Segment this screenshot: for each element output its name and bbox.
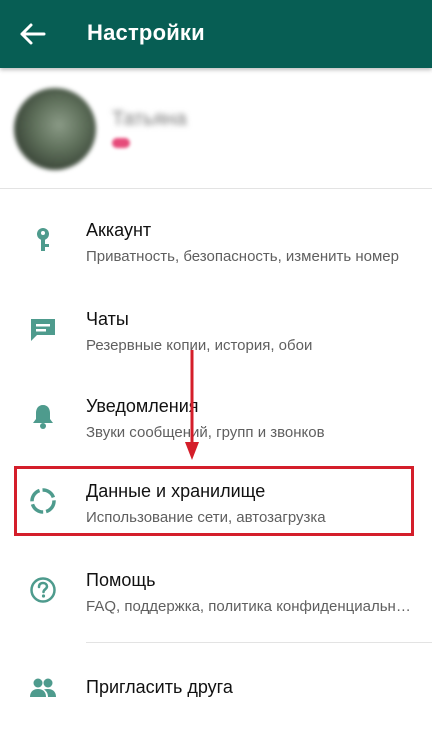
people-icon bbox=[30, 678, 56, 697]
settings-item-account[interactable]: Аккаунт Приватность, безопасность, измен… bbox=[0, 205, 432, 291]
help-icon bbox=[30, 577, 56, 603]
chat-icon bbox=[31, 319, 55, 341]
avatar[interactable] bbox=[14, 88, 96, 170]
item-label: Уведомления bbox=[86, 396, 199, 416]
divider bbox=[0, 188, 432, 189]
item-subtitle: FAQ, поддержка, политика конфиденциально… bbox=[86, 598, 416, 615]
settings-item-invite[interactable]: Пригласить друга bbox=[0, 650, 432, 725]
back-button[interactable] bbox=[18, 20, 48, 48]
settings-item-data-storage[interactable]: Данные и хранилище Использование сети, а… bbox=[0, 466, 432, 552]
item-subtitle: Приватность, безопасность, изменить номе… bbox=[86, 248, 399, 265]
item-subtitle: Использование сети, автозагрузка bbox=[86, 509, 326, 526]
key-icon bbox=[37, 228, 49, 251]
settings-item-notifications[interactable]: Уведомления Звуки сообщений, групп и зво… bbox=[0, 381, 432, 467]
profile-name: Татьяна bbox=[112, 108, 187, 130]
item-label: Чаты bbox=[86, 309, 129, 329]
profile-status bbox=[112, 138, 130, 148]
item-label: Данные и хранилище bbox=[86, 481, 266, 501]
item-label: Пригласить друга bbox=[86, 677, 233, 697]
app-bar: Настройки bbox=[0, 0, 432, 68]
item-subtitle: Резервные копии, история, обои bbox=[86, 337, 313, 354]
settings-item-help[interactable]: Помощь FAQ, поддержка, политика конфиден… bbox=[0, 555, 432, 641]
item-label: Помощь bbox=[86, 570, 156, 590]
data-circle-icon bbox=[30, 488, 56, 514]
settings-item-chats[interactable]: Чаты Резервные копии, история, обои bbox=[0, 294, 432, 380]
bell-icon bbox=[33, 405, 53, 429]
arrow-left-icon bbox=[20, 23, 46, 45]
item-subtitle: Звуки сообщений, групп и звонков bbox=[86, 424, 325, 441]
page-title: Настройки bbox=[87, 20, 205, 45]
profile-card[interactable]: Татьяна bbox=[0, 68, 432, 188]
divider bbox=[86, 642, 432, 643]
item-label: Аккаунт bbox=[86, 220, 152, 240]
